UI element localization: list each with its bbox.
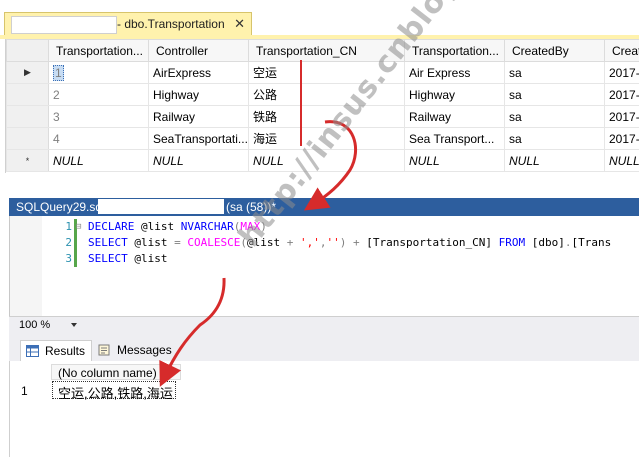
collapse-icon[interactable]: ⊟ <box>76 222 81 232</box>
column-header[interactable]: Controller <box>148 39 249 62</box>
row-selector-icon[interactable]: ▶ <box>6 61 49 84</box>
tab-results-label: Results <box>45 344 86 358</box>
query-file-name: SQLQuery29.sql <box>16 200 105 214</box>
line-number: 2 <box>65 236 72 249</box>
chevron-down-icon[interactable] <box>68 319 80 331</box>
table-cell[interactable]: NULL <box>604 149 639 172</box>
table-cell[interactable]: 1 <box>48 61 149 84</box>
table-cell[interactable]: sa <box>504 127 605 150</box>
line-number: 3 <box>65 252 72 265</box>
editor-margin <box>10 216 42 316</box>
messages-icon <box>98 344 110 356</box>
row-selector[interactable] <box>6 105 49 128</box>
grid-icon <box>26 345 39 357</box>
table-cell[interactable]: SeaTransportati... <box>148 127 249 150</box>
table-cell[interactable]: 2017-0 <box>604 127 639 150</box>
table-cell[interactable]: 3 <box>48 105 149 128</box>
code-line-3[interactable]: SELECT @list <box>88 252 168 265</box>
table-row[interactable]: ▶ 1 AirExpress 空运 Air Express sa 2017-0 <box>6 61 639 84</box>
redacted-server-name <box>98 199 224 214</box>
table-cell[interactable]: 2 <box>48 83 149 106</box>
table-cell[interactable]: AirExpress <box>148 61 249 84</box>
column-header[interactable]: CreatedBy <box>504 39 605 62</box>
table-cell[interactable]: 2017-0 <box>604 83 639 106</box>
table-cell[interactable]: Railway <box>404 105 505 128</box>
tab-messages-label: Messages <box>117 343 172 357</box>
result-cell[interactable]: 空运,公路,铁路,海运 <box>52 381 176 401</box>
table-cell[interactable]: NULL <box>148 149 249 172</box>
result-row-number[interactable]: 1 <box>21 384 28 398</box>
close-icon[interactable]: ✕ <box>234 16 245 32</box>
tab-messages[interactable]: Messages <box>93 340 172 361</box>
document-tab[interactable]: - dbo.Transportation ✕ <box>4 12 252 36</box>
query-window-title[interactable]: SQLQuery29.sql (sa (58))* <box>9 198 639 216</box>
row-selector[interactable] <box>6 127 49 150</box>
zoom-bar: 100 % <box>9 316 639 334</box>
line-number: 1 <box>65 220 72 233</box>
redacted-server-name <box>11 16 117 34</box>
table-cell[interactable]: Railway <box>148 105 249 128</box>
table-cell[interactable]: Highway <box>148 83 249 106</box>
annotation-line <box>300 60 302 146</box>
new-row-marker[interactable]: * <box>6 149 49 172</box>
table-cell[interactable]: 2017-0 <box>604 105 639 128</box>
table-cell[interactable]: NULL <box>404 149 505 172</box>
result-column-header[interactable]: (No column name) <box>51 364 181 380</box>
results-tab-strip: Results Messages <box>9 334 639 361</box>
sql-editor[interactable]: 1 2 3 ⊟ DECLARE @list NVARCHAR(MAX) SELE… <box>9 216 639 316</box>
table-cell[interactable]: NULL <box>48 149 149 172</box>
column-header[interactable]: Creat <box>604 39 639 62</box>
table-cell[interactable]: 2017-0 <box>604 61 639 84</box>
table-cell[interactable]: sa <box>504 105 605 128</box>
grid-corner[interactable] <box>6 39 49 62</box>
table-cell[interactable]: sa <box>504 61 605 84</box>
table-cell[interactable]: Highway <box>404 83 505 106</box>
table-cell[interactable]: Sea Transport... <box>404 127 505 150</box>
table-cell[interactable]: sa <box>504 83 605 106</box>
grid-header-row: Transportation... Controller Transportat… <box>6 39 639 62</box>
table-cell[interactable]: Air Express <box>404 61 505 84</box>
zoom-value: 100 % <box>19 319 51 331</box>
selected-cell-value: 1 <box>53 64 64 81</box>
results-grid[interactable]: (No column name) 1 空运,公路,铁路,海运 <box>9 361 639 457</box>
table-cell[interactable]: NULL <box>504 149 605 172</box>
document-tab-title: - dbo.Transportation <box>117 17 225 31</box>
code-line-2[interactable]: SELECT @list = COALESCE(@list + ',','') … <box>88 236 611 249</box>
table-cell[interactable]: 4 <box>48 127 149 150</box>
table-row[interactable]: 2 Highway 公路 Highway sa 2017-0 <box>6 83 639 106</box>
column-header[interactable]: Transportation... <box>48 39 149 62</box>
zoom-dropdown[interactable]: 100 % <box>16 319 80 331</box>
tab-results[interactable]: Results <box>20 340 92 361</box>
row-selector[interactable] <box>6 83 49 106</box>
